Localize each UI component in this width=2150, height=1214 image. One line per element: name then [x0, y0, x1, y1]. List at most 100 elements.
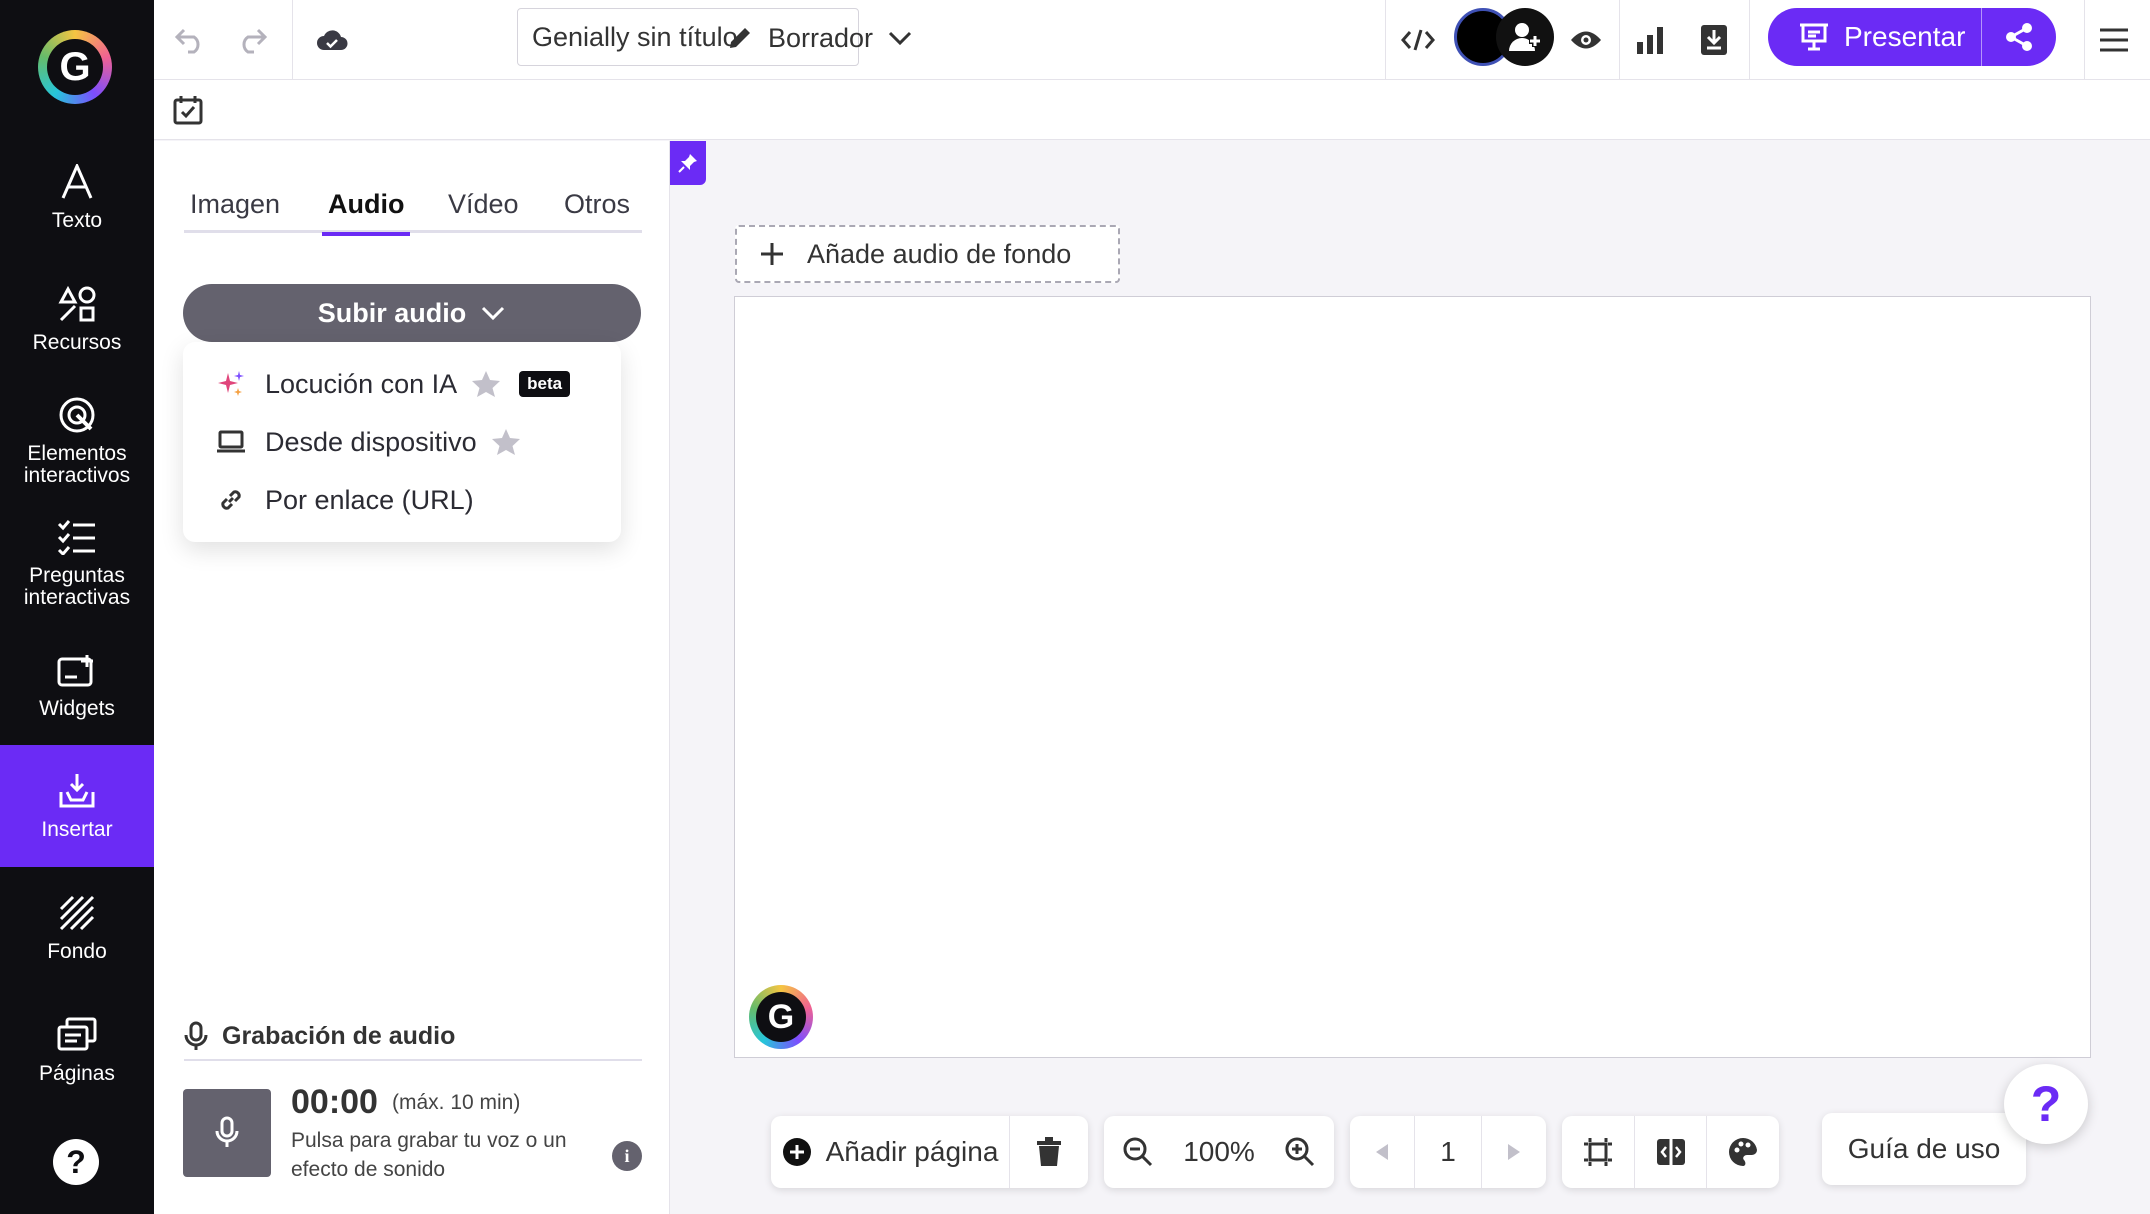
tab-video[interactable]: Vídeo: [448, 189, 519, 233]
split-view-icon: [1656, 1139, 1685, 1165]
embed-code-icon[interactable]: [1396, 18, 1440, 62]
checklist-icon: [57, 517, 97, 557]
genially-watermark-logo: G: [749, 985, 813, 1049]
add-background-audio-button[interactable]: Añade audio de fondo: [735, 225, 1120, 283]
triangle-left-icon: [1376, 1144, 1388, 1160]
present-label: Presentar: [1844, 21, 1966, 52]
zoom-out-icon: [1123, 1137, 1153, 1167]
status-dropdown[interactable]: Borrador: [726, 16, 913, 60]
rail-item-insertar[interactable]: Insertar: [0, 745, 154, 867]
pin-panel-button[interactable]: [670, 141, 706, 185]
view-tools-group: [1562, 1116, 1779, 1188]
help-chat-button[interactable]: ?: [2004, 1064, 2088, 1144]
menu-item-label: Por enlace (URL): [265, 484, 474, 515]
widget-icon: [57, 650, 97, 690]
help-button[interactable]: ?: [53, 1139, 99, 1185]
add-background-audio-label: Añade audio de fondo: [807, 238, 1072, 269]
star-icon[interactable]: [491, 428, 521, 456]
rail-label: Elementos interactivos: [23, 442, 131, 487]
present-button[interactable]: Presentar: [1768, 8, 2056, 66]
trash-icon: [1037, 1137, 1061, 1166]
share-button[interactable]: [1982, 22, 2056, 52]
rail-item-elementos-interactivos[interactable]: Elementos interactivos: [0, 380, 154, 502]
insert-icon: [57, 771, 97, 811]
recording-section-title: Grabación de audio: [184, 1021, 642, 1061]
fit-screen-icon: [1583, 1138, 1612, 1166]
statistics-icon[interactable]: [1628, 18, 1672, 62]
rail-label: Recursos: [32, 331, 122, 354]
rail-label: Insertar: [41, 818, 113, 841]
rail-item-paginas[interactable]: Páginas: [0, 989, 154, 1111]
left-rail: G Texto Recursos Elementos interactivos …: [0, 0, 154, 1214]
add-page-button[interactable]: Añadir página: [771, 1116, 1009, 1188]
beta-badge: beta: [519, 371, 571, 397]
plus-icon: [761, 243, 783, 265]
add-collaborator-button[interactable]: [1496, 8, 1554, 66]
zoom-level: 100%: [1183, 1136, 1255, 1167]
presentation-icon: [1800, 23, 1828, 51]
triangle-right-icon: [1508, 1144, 1520, 1160]
page-number[interactable]: 1: [1415, 1116, 1481, 1188]
user-guide-button[interactable]: Guía de uso: [1822, 1113, 2026, 1185]
checklist-calendar-icon[interactable]: [166, 88, 210, 132]
recording-description: Pulsa para grabar tu voz o un efecto de …: [291, 1129, 567, 1181]
recording-max: (máx. 10 min): [392, 1091, 521, 1114]
zoom-in-button[interactable]: [1266, 1116, 1334, 1188]
menu-item-from-device[interactable]: Desde dispositivo: [183, 414, 621, 470]
zoom-out-button[interactable]: [1104, 1116, 1172, 1188]
rail-label: Texto: [51, 209, 103, 232]
rail-item-widgets[interactable]: Widgets: [0, 624, 154, 746]
share-icon: [2006, 23, 2032, 51]
microphone-icon: [184, 1021, 208, 1050]
menu-item-label: Locución con IA: [265, 368, 458, 399]
shapes-icon: [57, 284, 97, 324]
split-view-button[interactable]: [1635, 1116, 1707, 1188]
delete-page-button[interactable]: [1010, 1116, 1088, 1188]
theme-palette-button[interactable]: [1707, 1116, 1779, 1188]
record-button[interactable]: [183, 1089, 271, 1177]
menu-icon[interactable]: [2092, 18, 2136, 62]
zoom-in-icon: [1285, 1137, 1315, 1167]
genially-logo[interactable]: G: [38, 30, 112, 104]
zoom-group: 100%: [1104, 1116, 1334, 1188]
pencil-icon: [730, 28, 750, 48]
rail-item-recursos[interactable]: Recursos: [0, 258, 154, 380]
add-page-label: Añadir página: [825, 1136, 999, 1167]
cloud-saved-icon: [310, 18, 354, 62]
laptop-icon: [213, 430, 249, 454]
tab-otros[interactable]: Otros: [564, 189, 630, 233]
undo-icon[interactable]: [168, 18, 212, 62]
upload-audio-menu: Locución con IA beta Desde dispositivo P…: [183, 342, 621, 542]
page-actions-group: Añadir página: [771, 1116, 1088, 1188]
star-icon[interactable]: [471, 370, 501, 398]
text-icon: [57, 162, 97, 202]
menu-item-by-url[interactable]: Por enlace (URL): [183, 472, 621, 528]
link-icon: [213, 487, 249, 513]
status-label: Borrador: [768, 22, 874, 53]
recording-time: 00:00: [291, 1083, 378, 1121]
tab-imagen[interactable]: Imagen: [190, 189, 280, 233]
sparkle-icon: [213, 370, 249, 398]
top-bar: Borrador Presentar: [154, 0, 2150, 80]
download-icon[interactable]: [1692, 18, 1736, 62]
tab-audio[interactable]: Audio: [321, 189, 412, 236]
rail-item-preguntas-interactivas[interactable]: Preguntas interactivas: [0, 502, 154, 624]
slide-canvas[interactable]: G: [734, 296, 2091, 1058]
rail-item-fondo[interactable]: Fondo: [0, 867, 154, 989]
redo-icon[interactable]: [230, 18, 274, 62]
interactive-icon: [57, 395, 97, 435]
upload-audio-button[interactable]: Subir audio: [183, 284, 641, 342]
info-icon[interactable]: i: [612, 1141, 642, 1171]
upload-audio-label: Subir audio: [317, 297, 467, 328]
rail-item-texto[interactable]: Texto: [0, 136, 154, 258]
next-page-button[interactable]: [1482, 1116, 1546, 1188]
fit-to-screen-button[interactable]: [1562, 1116, 1634, 1188]
add-circle-icon: [782, 1138, 811, 1166]
preview-eye-icon[interactable]: [1564, 18, 1608, 62]
chevron-down-icon: [888, 31, 912, 46]
media-tabs: Imagen Audio Vídeo Otros: [184, 189, 642, 236]
insert-panel: Imagen Audio Vídeo Otros Subir audio Loc…: [154, 141, 670, 1214]
previous-page-button[interactable]: [1350, 1116, 1414, 1188]
background-icon: [57, 893, 97, 933]
menu-item-ai-voice[interactable]: Locución con IA beta: [183, 356, 621, 412]
